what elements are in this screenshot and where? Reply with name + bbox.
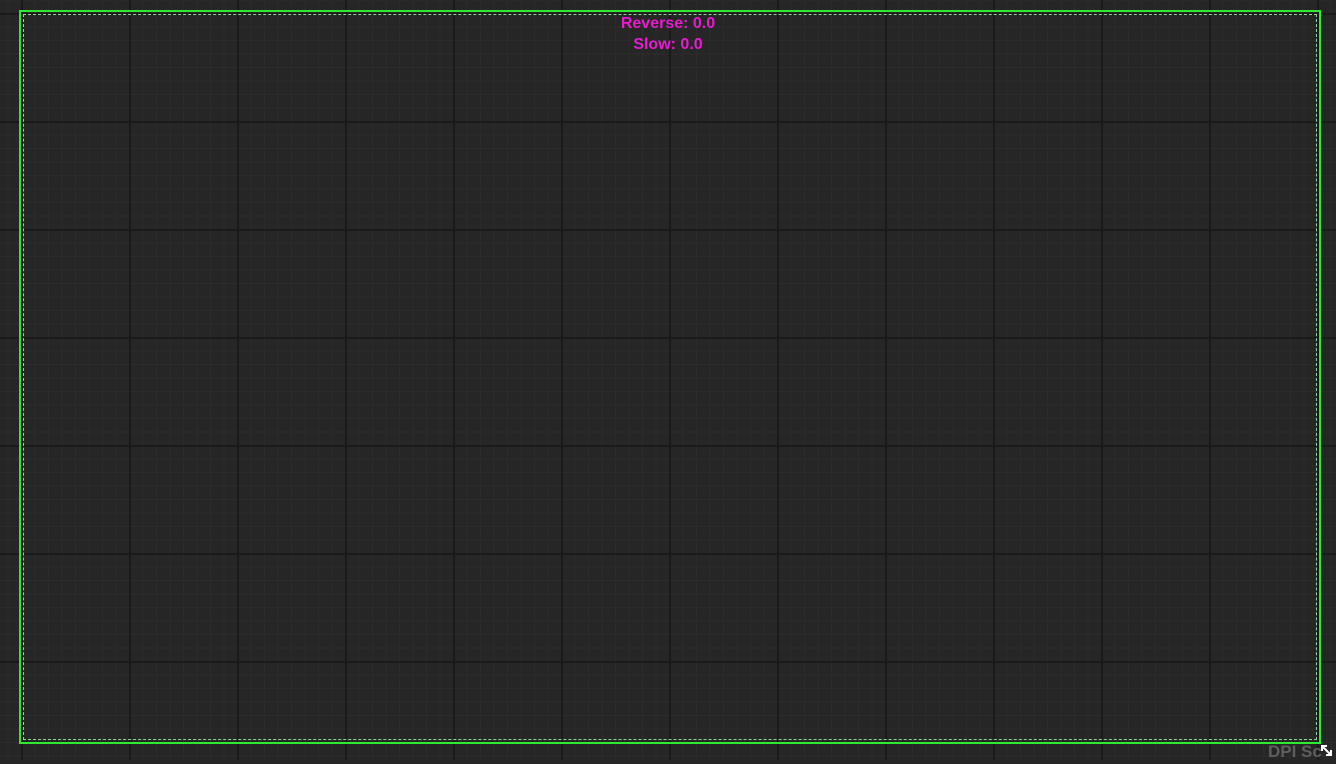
canvas-safe-zone-outline	[23, 14, 1317, 740]
dpi-scale-label: DPI Sc	[1268, 742, 1322, 761]
canvas-bounds-frame[interactable]	[19, 10, 1321, 744]
debug-readout: Reverse: 0.0 Slow: 0.0	[568, 13, 768, 55]
reverse-value-text: Reverse: 0.0	[620, 15, 716, 32]
resize-diagonal-icon[interactable]	[1319, 743, 1335, 759]
designer-grid-viewport[interactable]: Reverse: 0.0 Slow: 0.0 DPI Sc	[0, 0, 1336, 761]
slow-value-text: Slow: 0.0	[633, 36, 703, 53]
